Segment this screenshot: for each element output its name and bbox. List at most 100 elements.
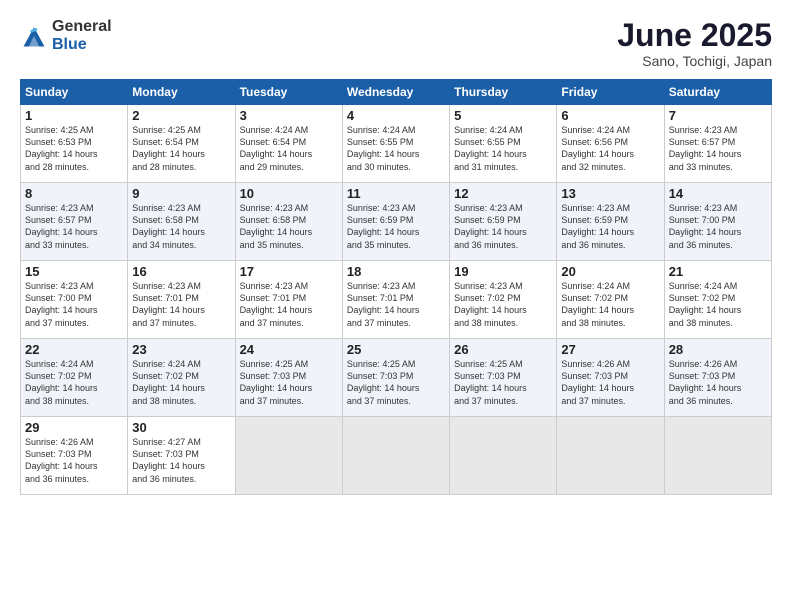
calendar-table: Sunday Monday Tuesday Wednesday Thursday… <box>20 79 772 495</box>
cell-content: Sunrise: 4:24 AMSunset: 6:55 PMDaylight:… <box>347 125 420 171</box>
logo-icon <box>20 22 48 50</box>
cell-content: Sunrise: 4:24 AMSunset: 7:02 PMDaylight:… <box>669 281 742 327</box>
calendar-body: 1Sunrise: 4:25 AMSunset: 6:53 PMDaylight… <box>21 105 772 495</box>
table-row <box>557 417 664 495</box>
cell-content: Sunrise: 4:23 AMSunset: 6:57 PMDaylight:… <box>25 203 98 249</box>
day-number: 29 <box>25 420 123 435</box>
cell-content: Sunrise: 4:24 AMSunset: 6:54 PMDaylight:… <box>240 125 313 171</box>
day-number: 17 <box>240 264 338 279</box>
logo-general: General <box>52 18 112 36</box>
day-number: 3 <box>240 108 338 123</box>
day-number: 11 <box>347 186 445 201</box>
cell-content: Sunrise: 4:24 AMSunset: 6:55 PMDaylight:… <box>454 125 527 171</box>
col-friday: Friday <box>557 80 664 105</box>
col-sunday: Sunday <box>21 80 128 105</box>
cell-content: Sunrise: 4:23 AMSunset: 6:57 PMDaylight:… <box>669 125 742 171</box>
table-row: 23Sunrise: 4:24 AMSunset: 7:02 PMDayligh… <box>128 339 235 417</box>
day-number: 6 <box>561 108 659 123</box>
cell-content: Sunrise: 4:23 AMSunset: 7:02 PMDaylight:… <box>454 281 527 327</box>
cell-content: Sunrise: 4:25 AMSunset: 7:03 PMDaylight:… <box>454 359 527 405</box>
cell-content: Sunrise: 4:25 AMSunset: 7:03 PMDaylight:… <box>347 359 420 405</box>
cell-content: Sunrise: 4:25 AMSunset: 7:03 PMDaylight:… <box>240 359 313 405</box>
cell-content: Sunrise: 4:24 AMSunset: 7:02 PMDaylight:… <box>561 281 634 327</box>
col-monday: Monday <box>128 80 235 105</box>
table-row: 7 Sunrise: 4:23 AMSunset: 6:57 PMDaylight… <box>664 105 771 183</box>
month-title: June 2025 <box>617 18 772 53</box>
day-number: 10 <box>240 186 338 201</box>
location: Sano, Tochigi, Japan <box>617 53 772 69</box>
day-number: 20 <box>561 264 659 279</box>
table-row: 28Sunrise: 4:26 AMSunset: 7:03 PMDayligh… <box>664 339 771 417</box>
table-row <box>664 417 771 495</box>
table-row <box>235 417 342 495</box>
logo: General Blue <box>20 18 112 53</box>
table-row: 25 Sunrise: 4:25 AMSunset: 7:03 PMDayligh… <box>342 339 449 417</box>
day-number: 22 <box>25 342 123 357</box>
table-row: 6 Sunrise: 4:24 AMSunset: 6:56 PMDaylight… <box>557 105 664 183</box>
table-row: 30 Sunrise: 4:27 AMSunset: 7:03 PMDayligh… <box>128 417 235 495</box>
cell-content: Sunrise: 4:23 AMSunset: 7:01 PMDaylight:… <box>347 281 420 327</box>
table-row: 27 Sunrise: 4:26 AMSunset: 7:03 PMDayligh… <box>557 339 664 417</box>
cell-content: Sunrise: 4:27 AMSunset: 7:03 PMDaylight:… <box>132 437 205 483</box>
day-number: 8 <box>25 186 123 201</box>
cell-content: Sunrise: 4:23 AMSunset: 7:00 PMDaylight:… <box>25 281 98 327</box>
cell-content: Sunrise: 4:26 AMSunset: 7:03 PMDaylight:… <box>561 359 634 405</box>
table-row: 12 Sunrise: 4:23 AMSunset: 6:59 PMDayligh… <box>450 183 557 261</box>
cell-content: Sunrise: 4:23 AMSunset: 7:01 PMDaylight:… <box>240 281 313 327</box>
table-row: 16 Sunrise: 4:23 AMSunset: 7:01 PMDayligh… <box>128 261 235 339</box>
col-tuesday: Tuesday <box>235 80 342 105</box>
cell-content: Sunrise: 4:24 AMSunset: 7:02 PMDaylight:… <box>132 359 205 405</box>
table-row: 2 Sunrise: 4:25 AMSunset: 6:54 PMDaylight… <box>128 105 235 183</box>
cell-content: Sunrise: 4:23 AMSunset: 6:58 PMDaylight:… <box>240 203 313 249</box>
cell-content: Sunrise: 4:23 AMSunset: 6:59 PMDaylight:… <box>454 203 527 249</box>
cell-content: Sunrise: 4:23 AMSunset: 7:00 PMDaylight:… <box>669 203 742 249</box>
table-row: 8 Sunrise: 4:23 AMSunset: 6:57 PMDaylight… <box>21 183 128 261</box>
table-row: 15 Sunrise: 4:23 AMSunset: 7:00 PMDayligh… <box>21 261 128 339</box>
day-number: 21 <box>669 264 767 279</box>
table-row: 5Sunrise: 4:24 AMSunset: 6:55 PMDaylight… <box>450 105 557 183</box>
day-number: 15 <box>25 264 123 279</box>
day-number: 7 <box>669 108 767 123</box>
day-number: 2 <box>132 108 230 123</box>
day-number: 18 <box>347 264 445 279</box>
day-number: 4 <box>347 108 445 123</box>
table-row: 1Sunrise: 4:25 AMSunset: 6:53 PMDaylight… <box>21 105 128 183</box>
cell-content: Sunrise: 4:26 AMSunset: 7:03 PMDaylight:… <box>25 437 98 483</box>
day-number: 19 <box>454 264 552 279</box>
cell-content: Sunrise: 4:23 AMSunset: 7:01 PMDaylight:… <box>132 281 205 327</box>
cell-content: Sunrise: 4:25 AMSunset: 6:53 PMDaylight:… <box>25 125 98 171</box>
table-row: 29 Sunrise: 4:26 AMSunset: 7:03 PMDayligh… <box>21 417 128 495</box>
day-number: 30 <box>132 420 230 435</box>
col-saturday: Saturday <box>664 80 771 105</box>
cell-content: Sunrise: 4:23 AMSunset: 6:59 PMDaylight:… <box>347 203 420 249</box>
day-number: 14 <box>669 186 767 201</box>
title-block: June 2025 Sano, Tochigi, Japan <box>617 18 772 69</box>
day-number: 27 <box>561 342 659 357</box>
cell-content: Sunrise: 4:23 AMSunset: 6:58 PMDaylight:… <box>132 203 205 249</box>
day-number: 12 <box>454 186 552 201</box>
cell-content: Sunrise: 4:23 AMSunset: 6:59 PMDaylight:… <box>561 203 634 249</box>
table-row: 20 Sunrise: 4:24 AMSunset: 7:02 PMDayligh… <box>557 261 664 339</box>
col-wednesday: Wednesday <box>342 80 449 105</box>
day-number: 25 <box>347 342 445 357</box>
table-row: 24Sunrise: 4:25 AMSunset: 7:03 PMDayligh… <box>235 339 342 417</box>
table-row: 18 Sunrise: 4:23 AMSunset: 7:01 PMDayligh… <box>342 261 449 339</box>
page: General Blue June 2025 Sano, Tochigi, Ja… <box>0 0 792 612</box>
table-row <box>450 417 557 495</box>
table-row: 14 Sunrise: 4:23 AMSunset: 7:00 PMDayligh… <box>664 183 771 261</box>
table-row <box>342 417 449 495</box>
cell-content: Sunrise: 4:25 AMSunset: 6:54 PMDaylight:… <box>132 125 205 171</box>
day-number: 16 <box>132 264 230 279</box>
table-row: 26 Sunrise: 4:25 AMSunset: 7:03 PMDayligh… <box>450 339 557 417</box>
table-row: 13 Sunrise: 4:23 AMSunset: 6:59 PMDayligh… <box>557 183 664 261</box>
cell-content: Sunrise: 4:24 AMSunset: 6:56 PMDaylight:… <box>561 125 634 171</box>
table-row: 9Sunrise: 4:23 AMSunset: 6:58 PMDaylight… <box>128 183 235 261</box>
day-number: 13 <box>561 186 659 201</box>
day-number: 26 <box>454 342 552 357</box>
logo-text: General Blue <box>52 18 112 53</box>
table-row: 19 Sunrise: 4:23 AMSunset: 7:02 PMDayligh… <box>450 261 557 339</box>
col-thursday: Thursday <box>450 80 557 105</box>
table-row: 22 Sunrise: 4:24 AMSunset: 7:02 PMDayligh… <box>21 339 128 417</box>
table-row: 4 Sunrise: 4:24 AMSunset: 6:55 PMDaylight… <box>342 105 449 183</box>
cell-content: Sunrise: 4:24 AMSunset: 7:02 PMDaylight:… <box>25 359 98 405</box>
